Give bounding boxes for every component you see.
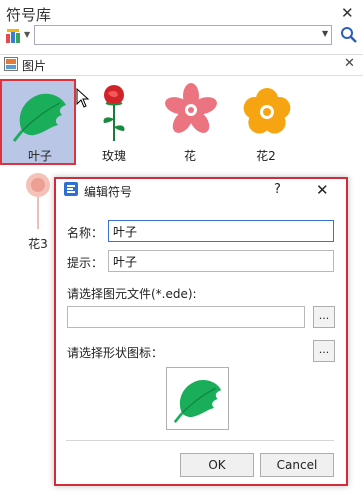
dialog-close-button[interactable]: ✕ bbox=[316, 181, 329, 199]
browse-file-button[interactable]: ... bbox=[313, 306, 335, 328]
symbol-label: 花2 bbox=[256, 149, 276, 163]
dialog-title: 编辑符号 bbox=[84, 185, 133, 199]
hint-input[interactable] bbox=[108, 250, 334, 272]
combo-dropdown-icon[interactable]: ▼ bbox=[322, 29, 328, 38]
file-label: 请选择图元文件(*.ede): bbox=[67, 287, 197, 301]
symbol-search-combo[interactable] bbox=[34, 25, 332, 45]
cancel-button[interactable]: Cancel bbox=[260, 453, 334, 477]
dialog-app-icon bbox=[64, 182, 78, 196]
dialog-separator bbox=[66, 440, 334, 441]
icon-label: 请选择形状图标： bbox=[67, 346, 164, 360]
icon-preview bbox=[166, 367, 229, 430]
panel-title: 符号库 bbox=[6, 6, 52, 24]
symbol-tile-flower[interactable]: 花 bbox=[152, 79, 228, 165]
symbol-tile-leaf[interactable]: 叶子 bbox=[0, 79, 76, 165]
name-label: 名称： bbox=[67, 226, 104, 240]
name-input[interactable] bbox=[108, 220, 334, 242]
tab-pictures[interactable]: 图片 bbox=[22, 57, 46, 74]
file-path-input[interactable] bbox=[67, 306, 305, 328]
flower-icon bbox=[165, 83, 217, 133]
flower2-icon bbox=[243, 88, 291, 134]
symbol-tile-flower2[interactable]: 花2 bbox=[228, 79, 304, 165]
symbol-label: 叶子 bbox=[27, 149, 52, 163]
symbol-label: 玫瑰 bbox=[101, 149, 126, 163]
hint-label: 提示： bbox=[67, 256, 104, 270]
help-button[interactable]: ? bbox=[274, 182, 281, 197]
rose-icon bbox=[103, 85, 125, 141]
search-icon[interactable] bbox=[340, 25, 358, 45]
picture-icon bbox=[4, 57, 18, 71]
symbol-label: 花 bbox=[183, 149, 196, 163]
chevron-down-icon[interactable]: ▼ bbox=[24, 30, 30, 39]
ok-button[interactable]: OK bbox=[180, 453, 254, 477]
library-icon[interactable] bbox=[5, 28, 25, 44]
tab-close-button[interactable]: ✕ bbox=[344, 56, 355, 71]
leaf-icon bbox=[173, 380, 222, 424]
leaf-icon bbox=[12, 93, 66, 142]
flower3-icon bbox=[26, 173, 50, 229]
tab-bar bbox=[0, 54, 363, 76]
panel-close-button[interactable]: ✕ bbox=[341, 4, 354, 22]
browse-icon-button[interactable]: ... bbox=[313, 340, 335, 362]
mouse-cursor-icon bbox=[76, 88, 90, 108]
